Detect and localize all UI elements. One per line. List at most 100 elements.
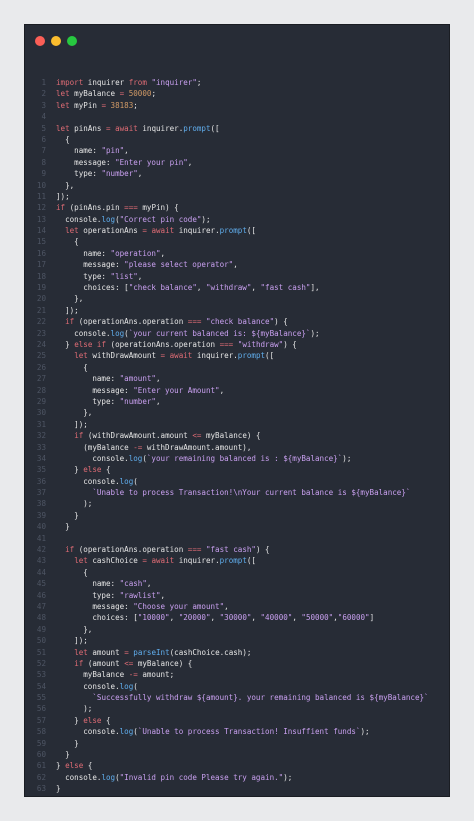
code-text: (operationAns.operation xyxy=(74,545,188,555)
code-string: "fast cash" xyxy=(260,283,311,293)
code-line: 57 } else { xyxy=(25,715,449,726)
code-keyword: else xyxy=(83,715,102,725)
line-source: myBalance -= amount; xyxy=(56,669,174,680)
line-number: 40 xyxy=(36,522,46,532)
code-line: 23 console.log(`your current balanced is… xyxy=(25,328,449,339)
line-number: 56 xyxy=(36,704,46,714)
line-source: message: "Choose your amount", xyxy=(56,601,228,612)
code-text: }, xyxy=(56,294,84,304)
line-source: type: "number", xyxy=(56,396,160,407)
code-text: cashChoice xyxy=(87,556,143,566)
line-source: let operationAns = await inquirer.prompt… xyxy=(56,225,256,236)
line-number: 60 xyxy=(36,750,46,760)
code-text: { xyxy=(56,567,88,577)
code-line: 42 if (operationAns.operation === "fast … xyxy=(25,544,449,555)
code-line: 9 type: "number", xyxy=(25,168,449,179)
line-number: 43 xyxy=(36,556,46,566)
code-text: { xyxy=(56,237,79,247)
code-template: `your current balanced is: ${myBalance}` xyxy=(128,328,311,338)
code-template: `Unable to process Transaction! Insuffie… xyxy=(137,727,361,737)
line-source: { xyxy=(56,236,79,247)
code-line: 6 { xyxy=(25,134,449,145)
code-text: (amount xyxy=(83,658,125,668)
code-text: inquirer. xyxy=(174,226,220,236)
code-text: name: xyxy=(56,579,120,589)
code-line: 14 let operationAns = await inquirer.pro… xyxy=(25,225,449,236)
code-function: log xyxy=(119,727,134,737)
code-string: "30000" xyxy=(219,613,252,623)
line-source: type: "list", xyxy=(56,271,142,282)
minimize-button[interactable] xyxy=(51,36,61,46)
line-source: if (amount <= myBalance) { xyxy=(56,658,192,669)
code-keyword: else xyxy=(83,465,102,475)
code-string: "50000" xyxy=(301,613,334,623)
line-source: choices: ["10000", "20000", "30000", "40… xyxy=(56,612,374,623)
code-text: { xyxy=(101,715,111,725)
code-text: ], xyxy=(310,283,320,293)
code-line: 21 ]); xyxy=(25,305,449,316)
line-source: console.log(`Unable to process Transacti… xyxy=(56,726,370,737)
line-source: console.log("Invalid pin code Please try… xyxy=(56,772,292,783)
code-line: 35 } else { xyxy=(25,464,449,475)
line-number: 15 xyxy=(36,237,46,247)
line-number: 39 xyxy=(36,510,46,520)
line-number: 31 xyxy=(36,419,46,429)
code-text: ([ xyxy=(265,351,275,361)
code-function: log xyxy=(128,453,143,463)
code-template: `Unable to process Transaction!\nYour cu… xyxy=(92,488,411,498)
code-text: , xyxy=(137,271,143,281)
line-number: 35 xyxy=(36,465,46,475)
line-number: 4 xyxy=(41,112,46,122)
code-text: (myBalance xyxy=(56,442,134,452)
code-text: myPin xyxy=(69,100,102,110)
code-text: , xyxy=(160,248,166,258)
line-number: 62 xyxy=(36,772,46,782)
close-button[interactable] xyxy=(35,36,45,46)
code-text: , xyxy=(169,613,179,623)
code-line: 22 if (operationAns.operation === "check… xyxy=(25,316,449,327)
code-function: log xyxy=(119,476,134,486)
line-number: 63 xyxy=(36,784,46,794)
code-line: 63} xyxy=(25,783,449,794)
line-source: console.log( xyxy=(56,681,138,692)
code-function: log xyxy=(101,772,116,782)
code-string: "please select operator" xyxy=(124,260,234,270)
code-string: "check balance" xyxy=(128,283,197,293)
code-string: "Invalid pin code Please try again." xyxy=(119,772,284,782)
line-number: 26 xyxy=(36,362,46,372)
maximize-button[interactable] xyxy=(67,36,77,46)
code-line: 50 ]); xyxy=(25,635,449,646)
line-number: 21 xyxy=(36,305,46,315)
code-line: 52 if (amount <= myBalance) { xyxy=(25,658,449,669)
code-text: (withDrawAmount.amount xyxy=(83,431,193,441)
code-text: { xyxy=(101,465,111,475)
code-editor[interactable]: 1 import inquirer from "inquirer"; 2 let my… xyxy=(25,77,449,797)
code-line: 64 xyxy=(25,795,449,797)
code-text: , xyxy=(219,385,225,395)
code-text: inquirer. xyxy=(174,556,220,566)
code-text: ); xyxy=(360,727,370,737)
code-text: console. xyxy=(56,328,111,338)
line-number: 22 xyxy=(36,317,46,327)
code-text: , xyxy=(124,146,129,156)
code-keyword: let xyxy=(74,351,88,361)
code-text: } xyxy=(56,339,75,349)
line-number: 29 xyxy=(36,396,46,406)
code-string: "60000" xyxy=(337,613,370,623)
code-line: 11]); xyxy=(25,191,449,202)
line-number: 9 xyxy=(41,169,46,179)
code-text: , xyxy=(251,613,261,623)
code-text: message: xyxy=(56,385,134,395)
line-source: ]); xyxy=(56,419,88,430)
code-function: prompt xyxy=(237,351,266,361)
code-text: }, xyxy=(56,180,75,190)
code-line: 40 } xyxy=(25,521,449,532)
code-line: 38 ); xyxy=(25,498,449,509)
code-string: "rawlist" xyxy=(119,590,161,600)
code-line: 29 type: "number", xyxy=(25,396,449,407)
code-line: 37 `Unable to process Transaction!\nYour… xyxy=(25,487,449,498)
code-text: }, xyxy=(56,408,93,418)
